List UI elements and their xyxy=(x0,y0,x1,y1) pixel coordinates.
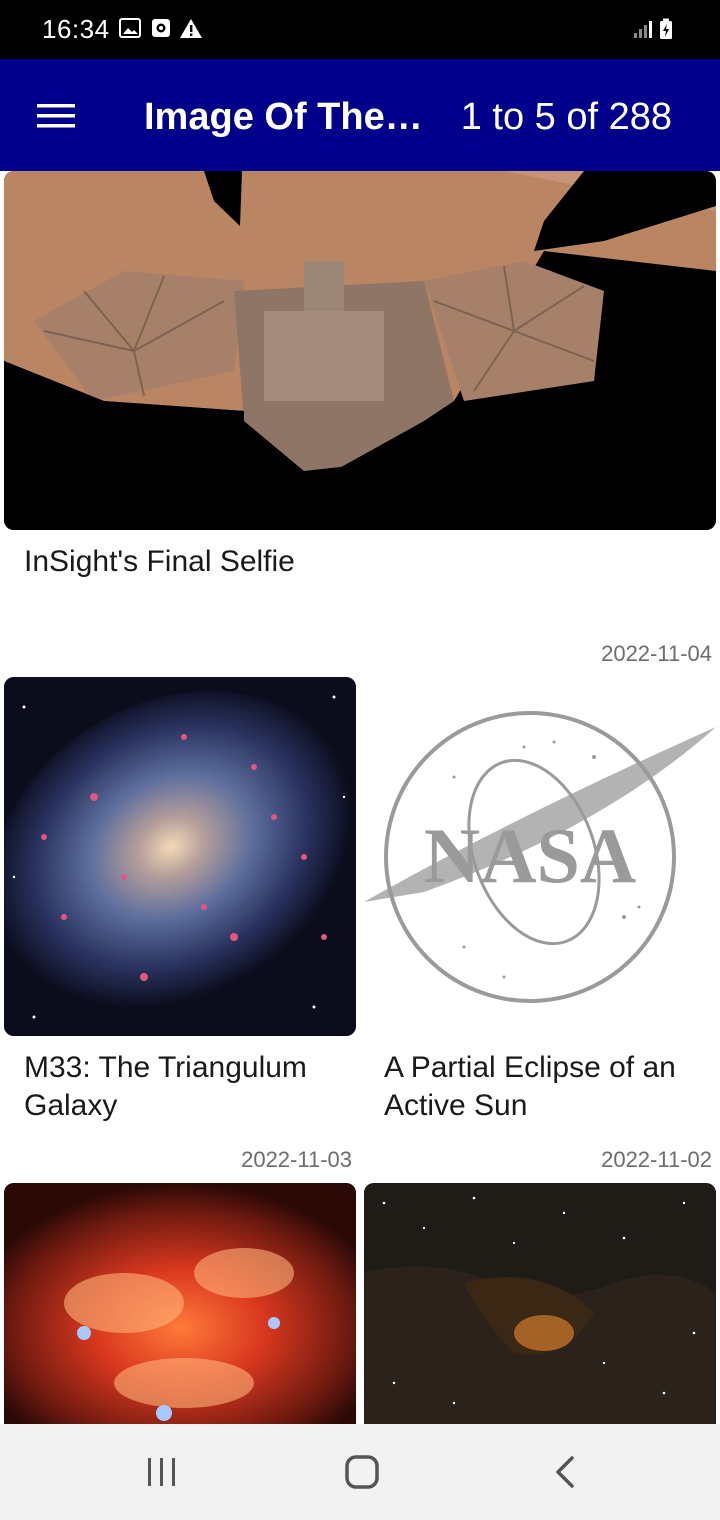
card-date: 2022-11-04 xyxy=(601,641,712,666)
app-bar: Image Of The… 1 to 5 of 288 xyxy=(0,59,720,171)
status-bar: 16:34 xyxy=(0,0,720,59)
warning-icon xyxy=(180,19,202,38)
card-title: A Partial Eclipse of an Active Sun xyxy=(384,1051,676,1122)
system-navigation-bar xyxy=(0,1424,720,1520)
card-image-m33-galaxy[interactable] xyxy=(4,677,356,1036)
image-card-4[interactable] xyxy=(0,1183,360,1424)
image-card-5[interactable] xyxy=(360,1183,720,1424)
back-button[interactable] xyxy=(534,1452,594,1492)
hamburger-menu-icon[interactable] xyxy=(30,94,82,138)
signal-icon xyxy=(634,21,652,38)
image-icon xyxy=(119,18,141,38)
status-system-icons xyxy=(632,17,682,48)
card-title: InSight's Final Selfie xyxy=(24,545,295,578)
card-image-nasa-logo[interactable]: NASA xyxy=(364,677,716,1036)
m33-galaxy-image xyxy=(4,677,356,1036)
red-nebula-image xyxy=(4,1183,356,1424)
home-button[interactable] xyxy=(332,1452,392,1492)
card-date: 2022-11-02 xyxy=(601,1147,712,1172)
dark-nebula-image xyxy=(364,1183,716,1424)
card-image-dark-nebula[interactable] xyxy=(364,1183,716,1424)
status-notification-icons xyxy=(118,17,218,48)
back-icon[interactable] xyxy=(534,1452,594,1492)
card-image-insight-selfie[interactable] xyxy=(4,171,716,530)
image-card-m33[interactable]: M33: The Triangulum Galaxy 2022-11-03 xyxy=(0,677,360,1177)
page-range: 1 to 5 of 288 xyxy=(460,96,672,138)
card-image-red-nebula[interactable] xyxy=(4,1183,356,1424)
camera-notification-icon xyxy=(152,19,170,37)
card-date: 2022-11-03 xyxy=(241,1147,352,1172)
svg-text:NASA: NASA xyxy=(424,812,636,899)
image-card-partial-eclipse[interactable]: NASA A Partial Eclipse of an Active Sun … xyxy=(360,677,720,1177)
nasa-logo-image: NASA xyxy=(364,711,716,1003)
insight-selfie-image xyxy=(4,171,716,530)
home-icon[interactable] xyxy=(332,1452,392,1492)
menu-button[interactable] xyxy=(30,94,82,138)
status-time: 16:34 xyxy=(42,14,110,44)
card-title: M33: The Triangulum Galaxy xyxy=(24,1051,307,1122)
image-card-insight[interactable]: InSight's Final Selfie 2022-11-04 xyxy=(0,171,720,671)
recent-apps-icon[interactable] xyxy=(132,1452,192,1492)
recent-apps-button[interactable] xyxy=(132,1452,192,1492)
app-title: Image Of The… xyxy=(144,96,423,138)
battery-charging-icon xyxy=(660,18,672,39)
